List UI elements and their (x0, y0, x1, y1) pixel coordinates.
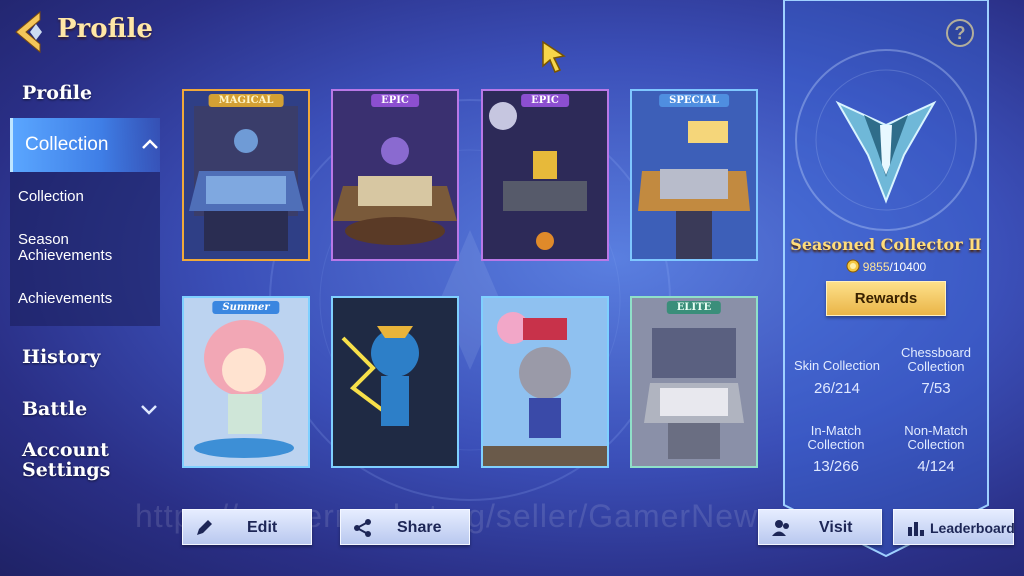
mouse-cursor-icon (542, 40, 566, 73)
stat-label: Non-Match (904, 423, 968, 438)
stat-value: 4/124 (917, 458, 955, 475)
skin-collection-stat: Skin Collection 26/214 (782, 358, 892, 398)
rarity-badge: Summer (212, 301, 280, 314)
rarity-badge: EPIC (371, 94, 419, 107)
stat-label: In-Match (810, 423, 862, 438)
visit-label: Visit (819, 519, 853, 536)
collection-card[interactable]: ELITE (630, 296, 758, 468)
share-icon (354, 519, 371, 537)
back-arrow-icon[interactable] (10, 10, 48, 54)
subnav-season-achievements[interactable]: Season Achievements (18, 232, 138, 264)
coin-icon (846, 259, 860, 273)
chessboard-collection-stat: Chessboard Collection 7/53 (881, 345, 991, 398)
stat-label: Collection (907, 359, 965, 374)
edit-button[interactable]: Edit (182, 509, 312, 545)
rarity-badge: EPIC (521, 94, 569, 107)
leaderboard-bars-icon (908, 522, 924, 536)
subnav-collection[interactable]: Collection (18, 189, 84, 205)
nav-account-settings[interactable]: Account Settings (22, 440, 110, 480)
stat-label: Chessboard (900, 345, 972, 360)
collection-card[interactable] (331, 296, 459, 468)
nav-history[interactable]: History (22, 346, 100, 368)
stat-label: Skin Collection (794, 358, 880, 373)
stat-label: Collection (907, 437, 965, 452)
visit-button[interactable]: Visit (758, 509, 882, 545)
rank-title: Seasoned Collector Ⅱ (790, 235, 982, 254)
leaderboard-label: Leaderboard (930, 520, 1015, 536)
rank-emblem-icon (835, 100, 937, 204)
in-match-collection-stat: In-Match Collection 13/266 (781, 423, 891, 476)
leaderboard-button[interactable]: Leaderboard (893, 509, 1015, 545)
stat-value: 7/53 (921, 380, 951, 397)
nav-battle[interactable]: Battle (22, 398, 87, 420)
card-art (333, 298, 457, 466)
chevron-down-icon (141, 405, 157, 415)
card-art (184, 91, 308, 259)
collector-rank-panel: Seasoned Collector Ⅱ 9855/10400 Rewards … (782, 0, 990, 560)
pencil-icon (197, 520, 212, 535)
nav-collection[interactable]: Collection (10, 118, 160, 172)
nav-account-line1: Account (22, 439, 109, 461)
stat-value: 26/214 (814, 380, 860, 397)
card-art (483, 91, 607, 259)
visit-users-icon (772, 520, 789, 536)
card-art (632, 298, 756, 466)
nav-collection-label: Collection (25, 134, 109, 155)
card-art (483, 298, 607, 466)
profile-screen: Profile ? Profile Collection Collection … (0, 0, 1024, 576)
chevron-up-icon (142, 139, 158, 149)
card-art (333, 91, 457, 259)
share-button[interactable]: Share (340, 509, 470, 545)
collection-card[interactable]: MAGICAL (182, 89, 310, 261)
rarity-badge: ELITE (666, 301, 722, 314)
collection-card[interactable]: SPECIAL (630, 89, 758, 261)
collection-card[interactable]: Summer (182, 296, 310, 468)
points-total: /10400 (889, 260, 927, 274)
edit-label: Edit (247, 519, 278, 536)
collection-card[interactable] (481, 296, 609, 468)
stat-label: Collection (807, 437, 865, 452)
panel-frame (783, 0, 989, 558)
collection-card[interactable]: EPIC (481, 89, 609, 261)
nav-account-line2: Settings (22, 459, 111, 481)
card-art (184, 298, 308, 466)
nav-profile[interactable]: Profile (22, 82, 92, 104)
collection-submenu: Collection Season Achievements Achieveme… (10, 172, 160, 326)
page-title: Profile (57, 14, 153, 44)
non-match-collection-stat: Non-Match Collection 4/124 (881, 423, 991, 476)
collection-points: 9855/10400 (782, 259, 990, 274)
rewards-button[interactable]: Rewards (826, 281, 946, 316)
share-label: Share (397, 519, 442, 536)
card-art (632, 91, 756, 259)
points-current: 9855 (862, 260, 890, 274)
sidebar: Profile Collection Collection Season Ach… (0, 70, 170, 510)
collection-card[interactable]: EPIC (331, 89, 459, 261)
rarity-badge: SPECIAL (659, 94, 729, 107)
stat-value: 13/266 (813, 458, 859, 475)
rarity-badge: MAGICAL (208, 94, 284, 107)
subnav-achievements[interactable]: Achievements (18, 291, 112, 307)
